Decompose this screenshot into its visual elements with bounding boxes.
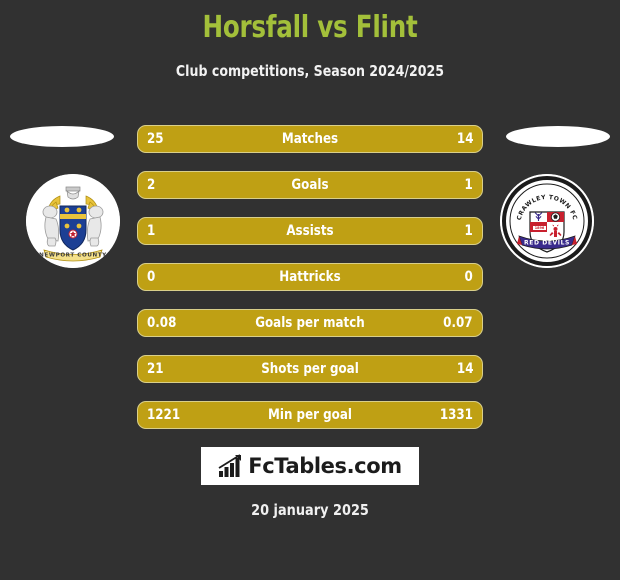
page-title: Horsfall vs Flint — [202, 10, 418, 45]
stat-home-value: 0 — [147, 269, 156, 285]
fctables-logo-text: FcTables.com — [248, 454, 402, 478]
newport-county-crest-icon: NEWPORT COUNTY — [26, 174, 120, 268]
home-team-crest: NEWPORT COUNTY — [26, 174, 120, 268]
stat-row: 21 Shots per goal 14 — [137, 355, 483, 383]
svg-text:RED DEVILS: RED DEVILS — [524, 240, 570, 247]
stat-label: Hattricks — [279, 269, 341, 285]
stat-row: 2 Goals 1 — [137, 171, 483, 199]
stat-label: Assists — [286, 223, 334, 239]
decorative-ellipse-left — [10, 126, 114, 147]
stat-away-value: 14 — [456, 361, 473, 377]
stat-home-value: 1 — [147, 223, 156, 239]
page-subtitle: Club competitions, Season 2024/2025 — [175, 62, 445, 80]
stat-row: 0 Hattricks 0 — [137, 263, 483, 291]
stat-home-value: 2 — [147, 177, 156, 193]
stat-row: 25 Matches 14 — [137, 125, 483, 153]
stat-home-value: 25 — [147, 131, 164, 147]
stat-row: 1221 Min per goal 1331 — [137, 401, 483, 429]
stat-label: Matches — [281, 131, 339, 147]
fctables-logo[interactable]: FcTables.com — [201, 447, 419, 485]
stat-label: Goals — [291, 177, 329, 193]
stat-away-value: 1 — [464, 223, 473, 239]
stat-away-value: 14 — [456, 131, 473, 147]
bar-chart-arrow-icon — [218, 454, 242, 477]
stat-label: Goals per match — [255, 315, 365, 331]
stat-label: Shots per goal — [261, 361, 359, 377]
stat-row: 1 Assists 1 — [137, 217, 483, 245]
stat-away-value: 0 — [464, 269, 473, 285]
stat-away-value: 1331 — [439, 407, 473, 423]
crawley-town-crest-icon: CRAWLEY TOWN FC 1896 RED DEVILS — [500, 174, 594, 268]
stat-away-value: 1 — [464, 177, 473, 193]
stat-home-value: 21 — [147, 361, 164, 377]
stat-away-value: 0.07 — [443, 315, 473, 331]
svg-text:1896: 1896 — [535, 226, 545, 230]
stat-row: 0.08 Goals per match 0.07 — [137, 309, 483, 337]
stat-label: Min per goal — [268, 407, 352, 423]
decorative-ellipse-right — [506, 126, 610, 147]
away-team-crest: CRAWLEY TOWN FC 1896 RED DEVILS — [500, 174, 594, 268]
footer-date: 20 january 2025 — [251, 501, 369, 519]
stats-list: 25 Matches 14 2 Goals 1 1 Assists 1 0 Ha… — [137, 125, 483, 429]
comparison-infographic: Horsfall vs Flint Club competitions, Sea… — [0, 0, 620, 580]
svg-text:NEWPORT COUNTY: NEWPORT COUNTY — [39, 252, 107, 258]
